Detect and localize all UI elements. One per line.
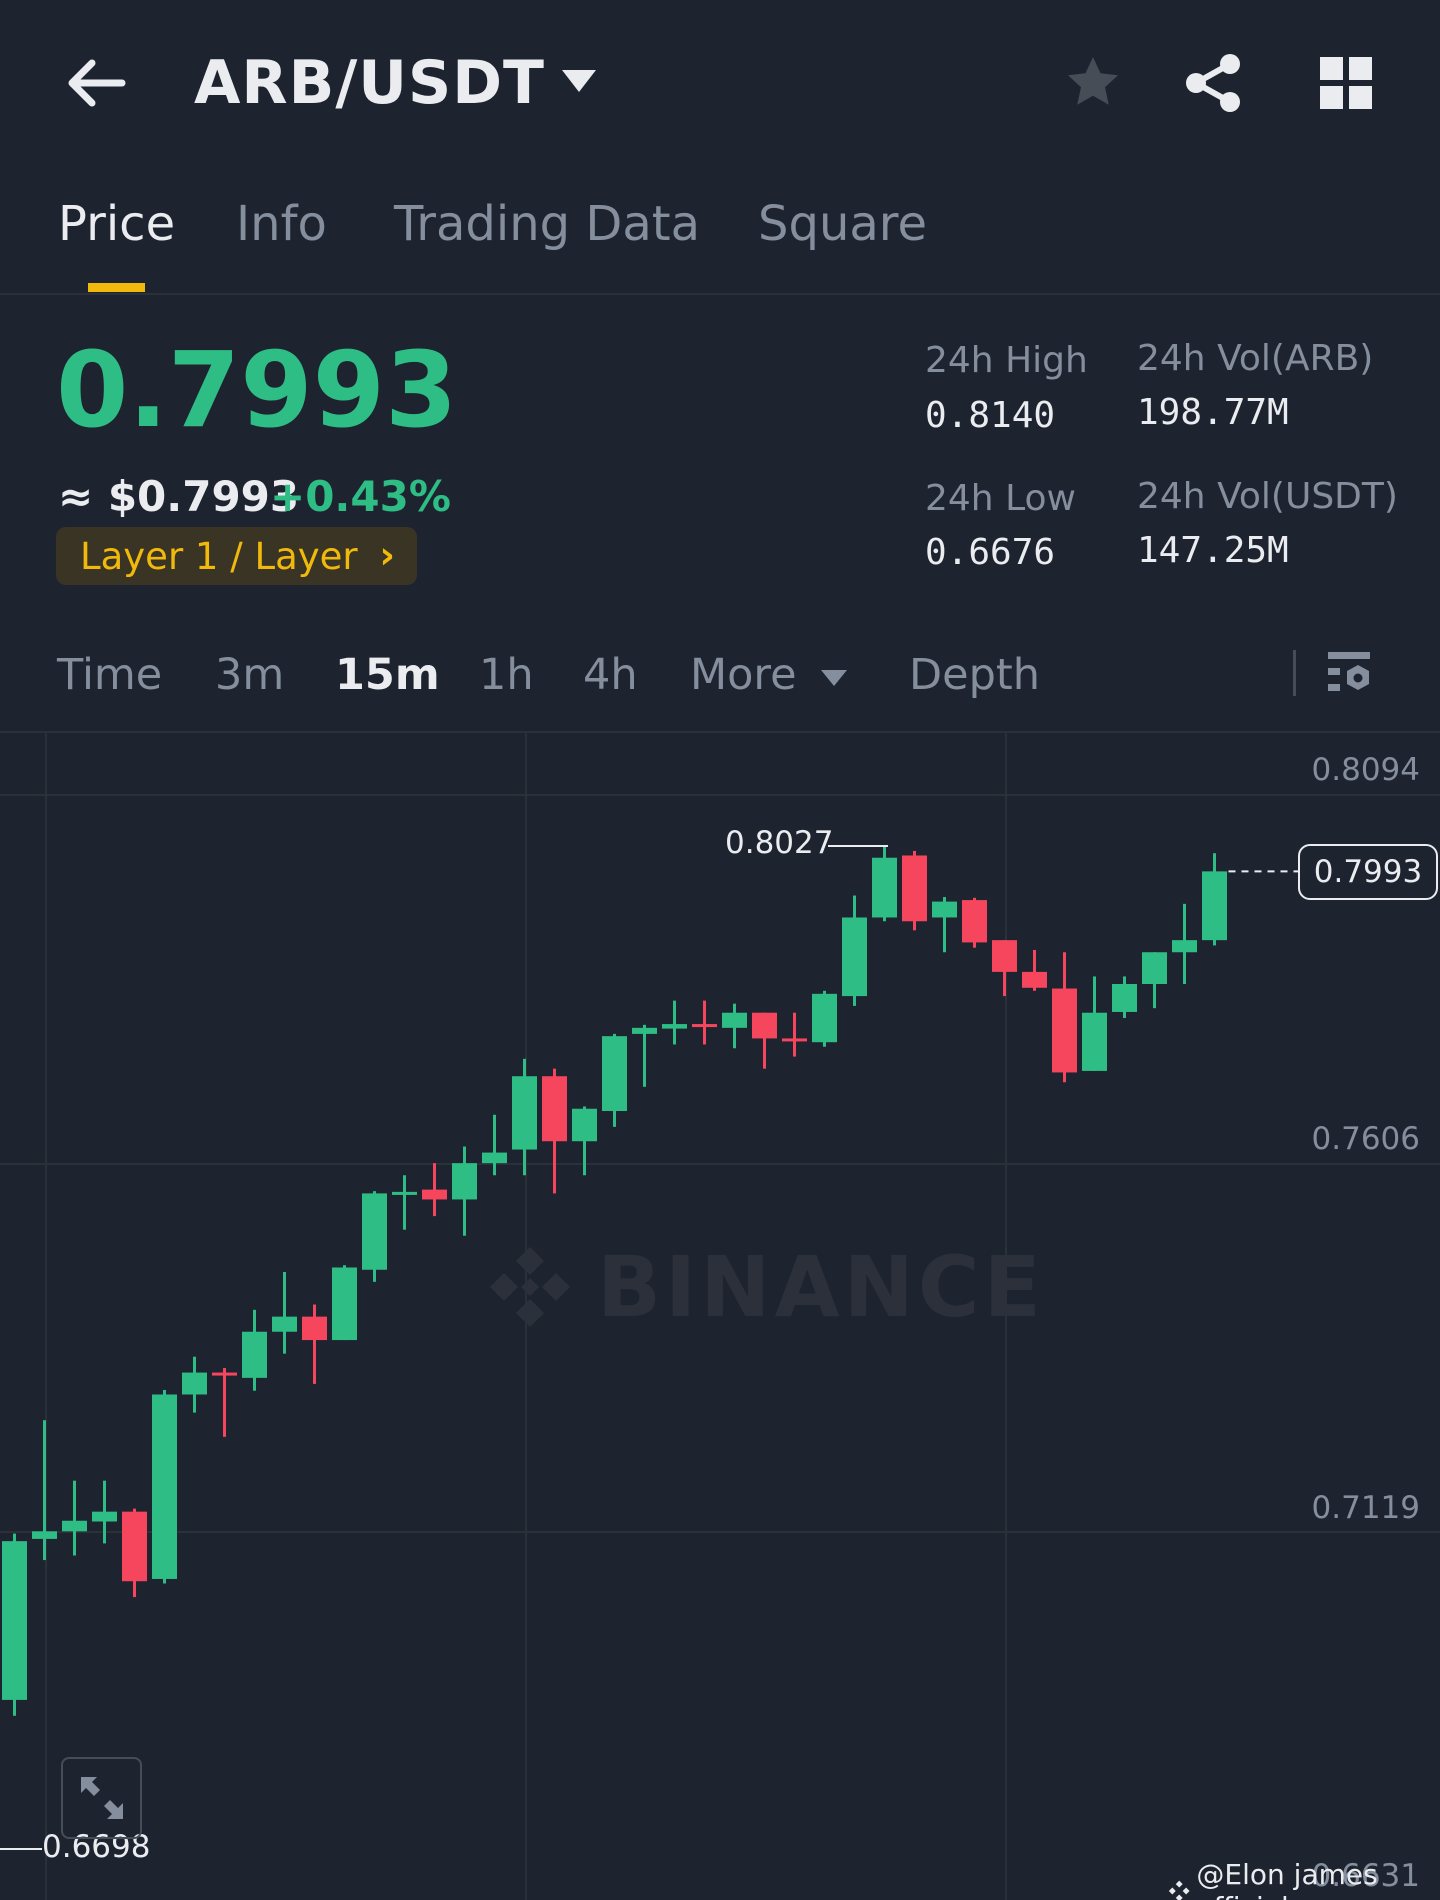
- candle-body-up: [812, 993, 837, 1043]
- candle-body-up: [32, 1531, 57, 1539]
- candle-body-up: [392, 1191, 417, 1195]
- candle-body-down: [1022, 971, 1047, 988]
- candle-wick: [673, 1000, 676, 1045]
- candle-body-down: [212, 1372, 237, 1376]
- candle-body-up: [182, 1372, 207, 1395]
- expand-icon: [80, 1777, 123, 1819]
- current-price-label: 0.7993: [1298, 844, 1438, 900]
- candle-wick: [223, 1368, 226, 1437]
- candle-body-up: [842, 917, 867, 997]
- candle-body-up: [242, 1331, 267, 1378]
- credit-text: @Elon james official: [1196, 1858, 1378, 1900]
- candle-wick: [703, 1000, 706, 1045]
- candle-body-up: [602, 1036, 627, 1111]
- candle-body-up: [2, 1541, 27, 1700]
- candle-body-up: [722, 1012, 747, 1028]
- candle-body-up: [512, 1076, 537, 1150]
- candle-body-down: [122, 1511, 147, 1582]
- y-axis-label: 0.7119: [1311, 1490, 1420, 1526]
- candle-body-down: [542, 1076, 567, 1142]
- candle-body-down: [422, 1189, 447, 1200]
- candle-body-down: [692, 1024, 717, 1028]
- candle-body-down: [302, 1316, 327, 1341]
- candle-body-up: [632, 1027, 657, 1034]
- visible-high-label: 0.8027: [725, 825, 834, 861]
- candle-wick: [493, 1114, 496, 1176]
- candle-wick: [283, 1272, 286, 1354]
- candle-wick: [793, 1012, 796, 1057]
- candle-body-up: [92, 1511, 117, 1522]
- candle-body-down: [782, 1038, 807, 1042]
- visible-low-line: [0, 1848, 42, 1850]
- candle-body-up: [1172, 940, 1197, 953]
- candle-body-up: [1202, 871, 1227, 941]
- candle-wick: [73, 1480, 76, 1556]
- candlestick-chart[interactable]: [0, 0, 1440, 1900]
- candle-wick: [643, 1024, 646, 1087]
- binance-logo-icon: [1168, 1880, 1190, 1900]
- candle-body-down: [752, 1012, 777, 1039]
- y-axis-label: 0.7606: [1311, 1121, 1420, 1157]
- fullscreen-button[interactable]: [61, 1757, 142, 1839]
- candle-wick: [403, 1175, 406, 1230]
- candle-body-up: [872, 857, 897, 918]
- candle-body-up: [1142, 952, 1167, 984]
- candle-body-up: [1082, 1012, 1107, 1071]
- candle-body-down: [992, 940, 1017, 972]
- candle-body-up: [1112, 983, 1137, 1012]
- y-axis-label: 0.8094: [1311, 752, 1420, 788]
- candle-body-up: [62, 1520, 87, 1532]
- candle-wick: [43, 1420, 46, 1561]
- credit-watermark: @Elon james official: [1168, 1858, 1440, 1900]
- candle-body-up: [332, 1267, 357, 1341]
- candle-body-down: [1052, 988, 1077, 1073]
- candle-body-up: [152, 1394, 177, 1579]
- candle-body-up: [662, 1024, 687, 1029]
- candle-body-up: [482, 1152, 507, 1164]
- candle-body-down: [962, 900, 987, 943]
- candle-body-up: [572, 1108, 597, 1142]
- candle-body-up: [932, 901, 957, 918]
- candle-wick: [313, 1304, 316, 1384]
- candle-body-down: [902, 855, 927, 922]
- candle-body-up: [362, 1193, 387, 1270]
- visible-high-line: [828, 845, 888, 847]
- candle-body-up: [272, 1316, 297, 1332]
- candle-body-up: [452, 1163, 477, 1200]
